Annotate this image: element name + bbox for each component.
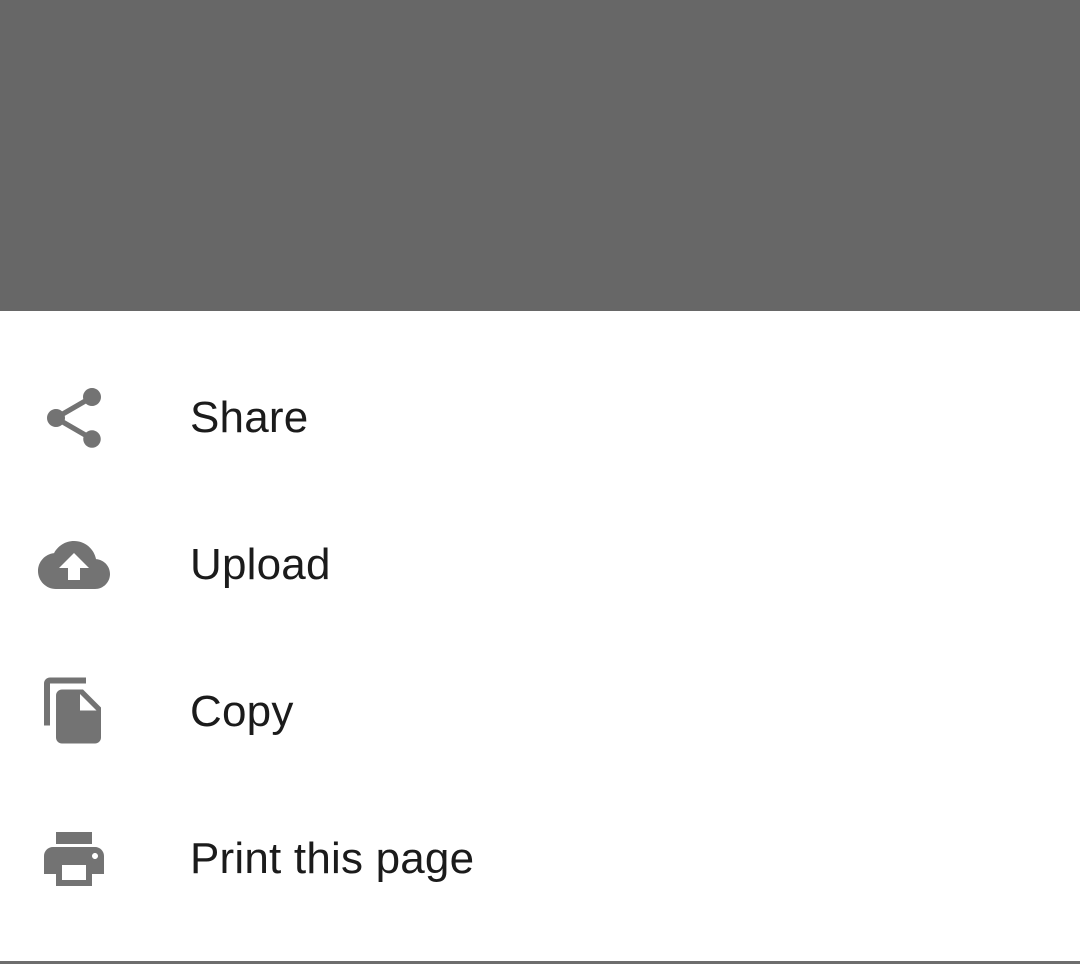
menu-item-copy[interactable]: Copy xyxy=(0,638,1080,785)
action-menu-list: Share Upload Copy Print this page xyxy=(0,311,1080,932)
share-icon xyxy=(36,380,112,456)
menu-item-label: Share xyxy=(190,392,309,442)
background-scrim[interactable] xyxy=(0,0,1080,311)
print-icon xyxy=(36,821,112,897)
bottom-sheet-menu: Share Upload Copy Print this page xyxy=(0,311,1080,964)
copy-icon xyxy=(36,674,112,750)
menu-item-print[interactable]: Print this page xyxy=(0,785,1080,932)
menu-item-share[interactable]: Share xyxy=(0,344,1080,491)
menu-item-label: Print this page xyxy=(190,833,475,883)
menu-item-upload[interactable]: Upload xyxy=(0,491,1080,638)
cloud-upload-icon xyxy=(36,527,112,603)
menu-item-label: Copy xyxy=(190,686,294,736)
menu-item-label: Upload xyxy=(190,539,331,589)
